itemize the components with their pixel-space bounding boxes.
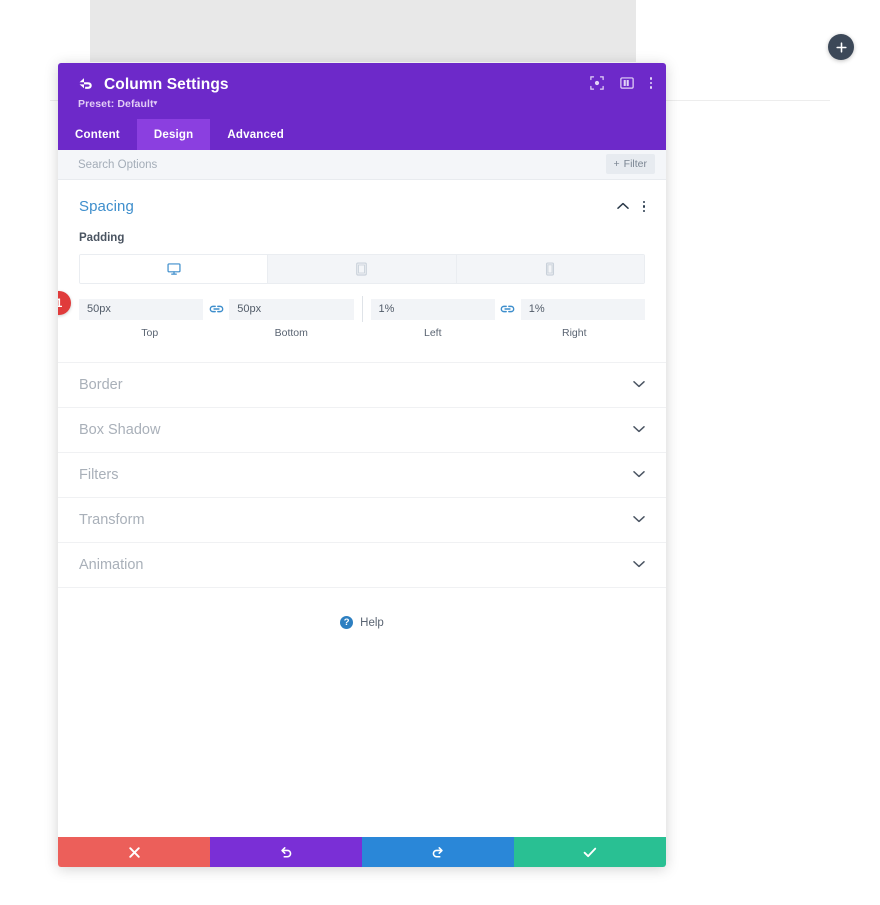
search-bar: Search Options + Filter bbox=[58, 150, 666, 180]
section-label: Animation bbox=[79, 557, 144, 573]
preset-label: Preset: Default bbox=[78, 98, 154, 110]
tab-content[interactable]: Content bbox=[58, 119, 137, 150]
padding-horizontal-pair: 1% 1% bbox=[370, 298, 645, 320]
column-settings-modal: Column Settings Preset: Default▾ Content… bbox=[58, 63, 666, 867]
help-label: Help bbox=[360, 616, 384, 629]
section-filters[interactable]: Filters bbox=[58, 453, 666, 498]
save-button[interactable] bbox=[514, 837, 666, 867]
padding-captions: Top Bottom Left Right bbox=[79, 327, 645, 339]
layout-panel-icon[interactable] bbox=[619, 76, 634, 90]
undo-icon bbox=[281, 847, 292, 858]
chevron-down-icon: ▾ bbox=[153, 100, 158, 107]
padding-left-caption: Left bbox=[423, 327, 442, 339]
device-tab-phone[interactable] bbox=[456, 255, 644, 283]
kebab-menu-icon[interactable] bbox=[649, 77, 652, 89]
section-label: Filters bbox=[79, 467, 119, 483]
add-module-button[interactable] bbox=[828, 34, 854, 60]
page-title: Column Settings bbox=[104, 76, 229, 93]
spacing-header[interactable]: Spacing bbox=[79, 198, 645, 215]
section-transform[interactable]: Transform bbox=[58, 498, 666, 543]
plus-icon: + bbox=[613, 158, 620, 170]
modal-tabs: Content Design Advanced bbox=[58, 119, 666, 150]
device-tab-desktop[interactable] bbox=[80, 255, 269, 283]
chevron-down-icon bbox=[633, 424, 645, 436]
tab-design[interactable]: Design bbox=[136, 119, 211, 150]
plus-icon bbox=[835, 41, 847, 53]
page-content-block bbox=[90, 0, 636, 62]
padding-vertical-pair: 50px 50px bbox=[79, 298, 354, 320]
search-input[interactable]: Search Options bbox=[78, 159, 157, 171]
section-border[interactable]: Border bbox=[58, 363, 666, 408]
padding-divider bbox=[361, 296, 363, 322]
modal-header: Column Settings Preset: Default▾ bbox=[58, 63, 666, 119]
cancel-button[interactable] bbox=[58, 837, 210, 867]
modal-body: Spacing Padding 1 50px 50px 1% 1% Top Bo… bbox=[58, 180, 666, 837]
step-badge: 1 bbox=[58, 291, 71, 315]
header-actions bbox=[589, 76, 652, 90]
device-tabs bbox=[79, 254, 645, 284]
spacing-title: Spacing bbox=[79, 198, 134, 215]
padding-inputs-row: 1 50px 50px 1% 1% bbox=[58, 291, 666, 322]
redo-icon bbox=[432, 847, 443, 858]
padding-bottom-input[interactable]: 50px bbox=[229, 298, 354, 320]
preset-selector[interactable]: Preset: Default▾ bbox=[78, 98, 650, 110]
filter-label: Filter bbox=[623, 158, 647, 170]
section-box-shadow[interactable]: Box Shadow bbox=[58, 408, 666, 453]
check-icon bbox=[583, 847, 597, 857]
modal-title-row: Column Settings bbox=[78, 76, 650, 94]
tab-advanced[interactable]: Advanced bbox=[210, 119, 301, 150]
filter-button[interactable]: + Filter bbox=[605, 154, 655, 174]
padding-top-caption: Top bbox=[141, 327, 159, 339]
device-tab-tablet[interactable] bbox=[268, 255, 457, 283]
redo-button[interactable] bbox=[362, 837, 514, 867]
back-arrow-icon[interactable] bbox=[78, 77, 93, 93]
help-button[interactable]: ? Help bbox=[58, 616, 666, 629]
padding-left-input[interactable]: 1% bbox=[370, 298, 495, 320]
tablet-icon bbox=[356, 262, 368, 276]
section-label: Transform bbox=[79, 512, 145, 528]
undo-button[interactable] bbox=[210, 837, 362, 867]
chevron-up-icon[interactable] bbox=[616, 201, 629, 213]
padding-bottom-caption: Bottom bbox=[274, 327, 308, 339]
link-chain-icon[interactable] bbox=[203, 303, 229, 315]
section-animation[interactable]: Animation bbox=[58, 543, 666, 588]
close-x-icon bbox=[128, 846, 140, 858]
chevron-down-icon bbox=[633, 514, 645, 526]
section-label: Border bbox=[79, 377, 123, 393]
settings-sections: Border Box Shadow Filters Transform Anim… bbox=[58, 362, 666, 588]
phone-icon bbox=[546, 262, 555, 276]
kebab-menu-icon[interactable] bbox=[642, 200, 645, 213]
question-mark-icon: ? bbox=[340, 616, 354, 629]
chevron-down-icon bbox=[633, 559, 645, 571]
padding-right-input[interactable]: 1% bbox=[520, 298, 645, 320]
padding-label: Padding bbox=[79, 232, 125, 244]
chevron-down-icon bbox=[633, 469, 645, 481]
modal-footer bbox=[58, 837, 666, 867]
padding-top-input[interactable]: 50px bbox=[79, 298, 204, 320]
section-label: Box Shadow bbox=[79, 422, 161, 438]
link-chain-icon[interactable] bbox=[495, 303, 521, 315]
spacing-header-actions bbox=[616, 200, 645, 213]
padding-right-caption: Right bbox=[561, 327, 587, 339]
desktop-icon bbox=[167, 263, 181, 275]
spacing-group: Spacing Padding 1 50px 50px 1% 1% Top Bo… bbox=[58, 180, 666, 339]
chevron-down-icon bbox=[633, 379, 645, 391]
focus-icon[interactable] bbox=[589, 76, 604, 90]
